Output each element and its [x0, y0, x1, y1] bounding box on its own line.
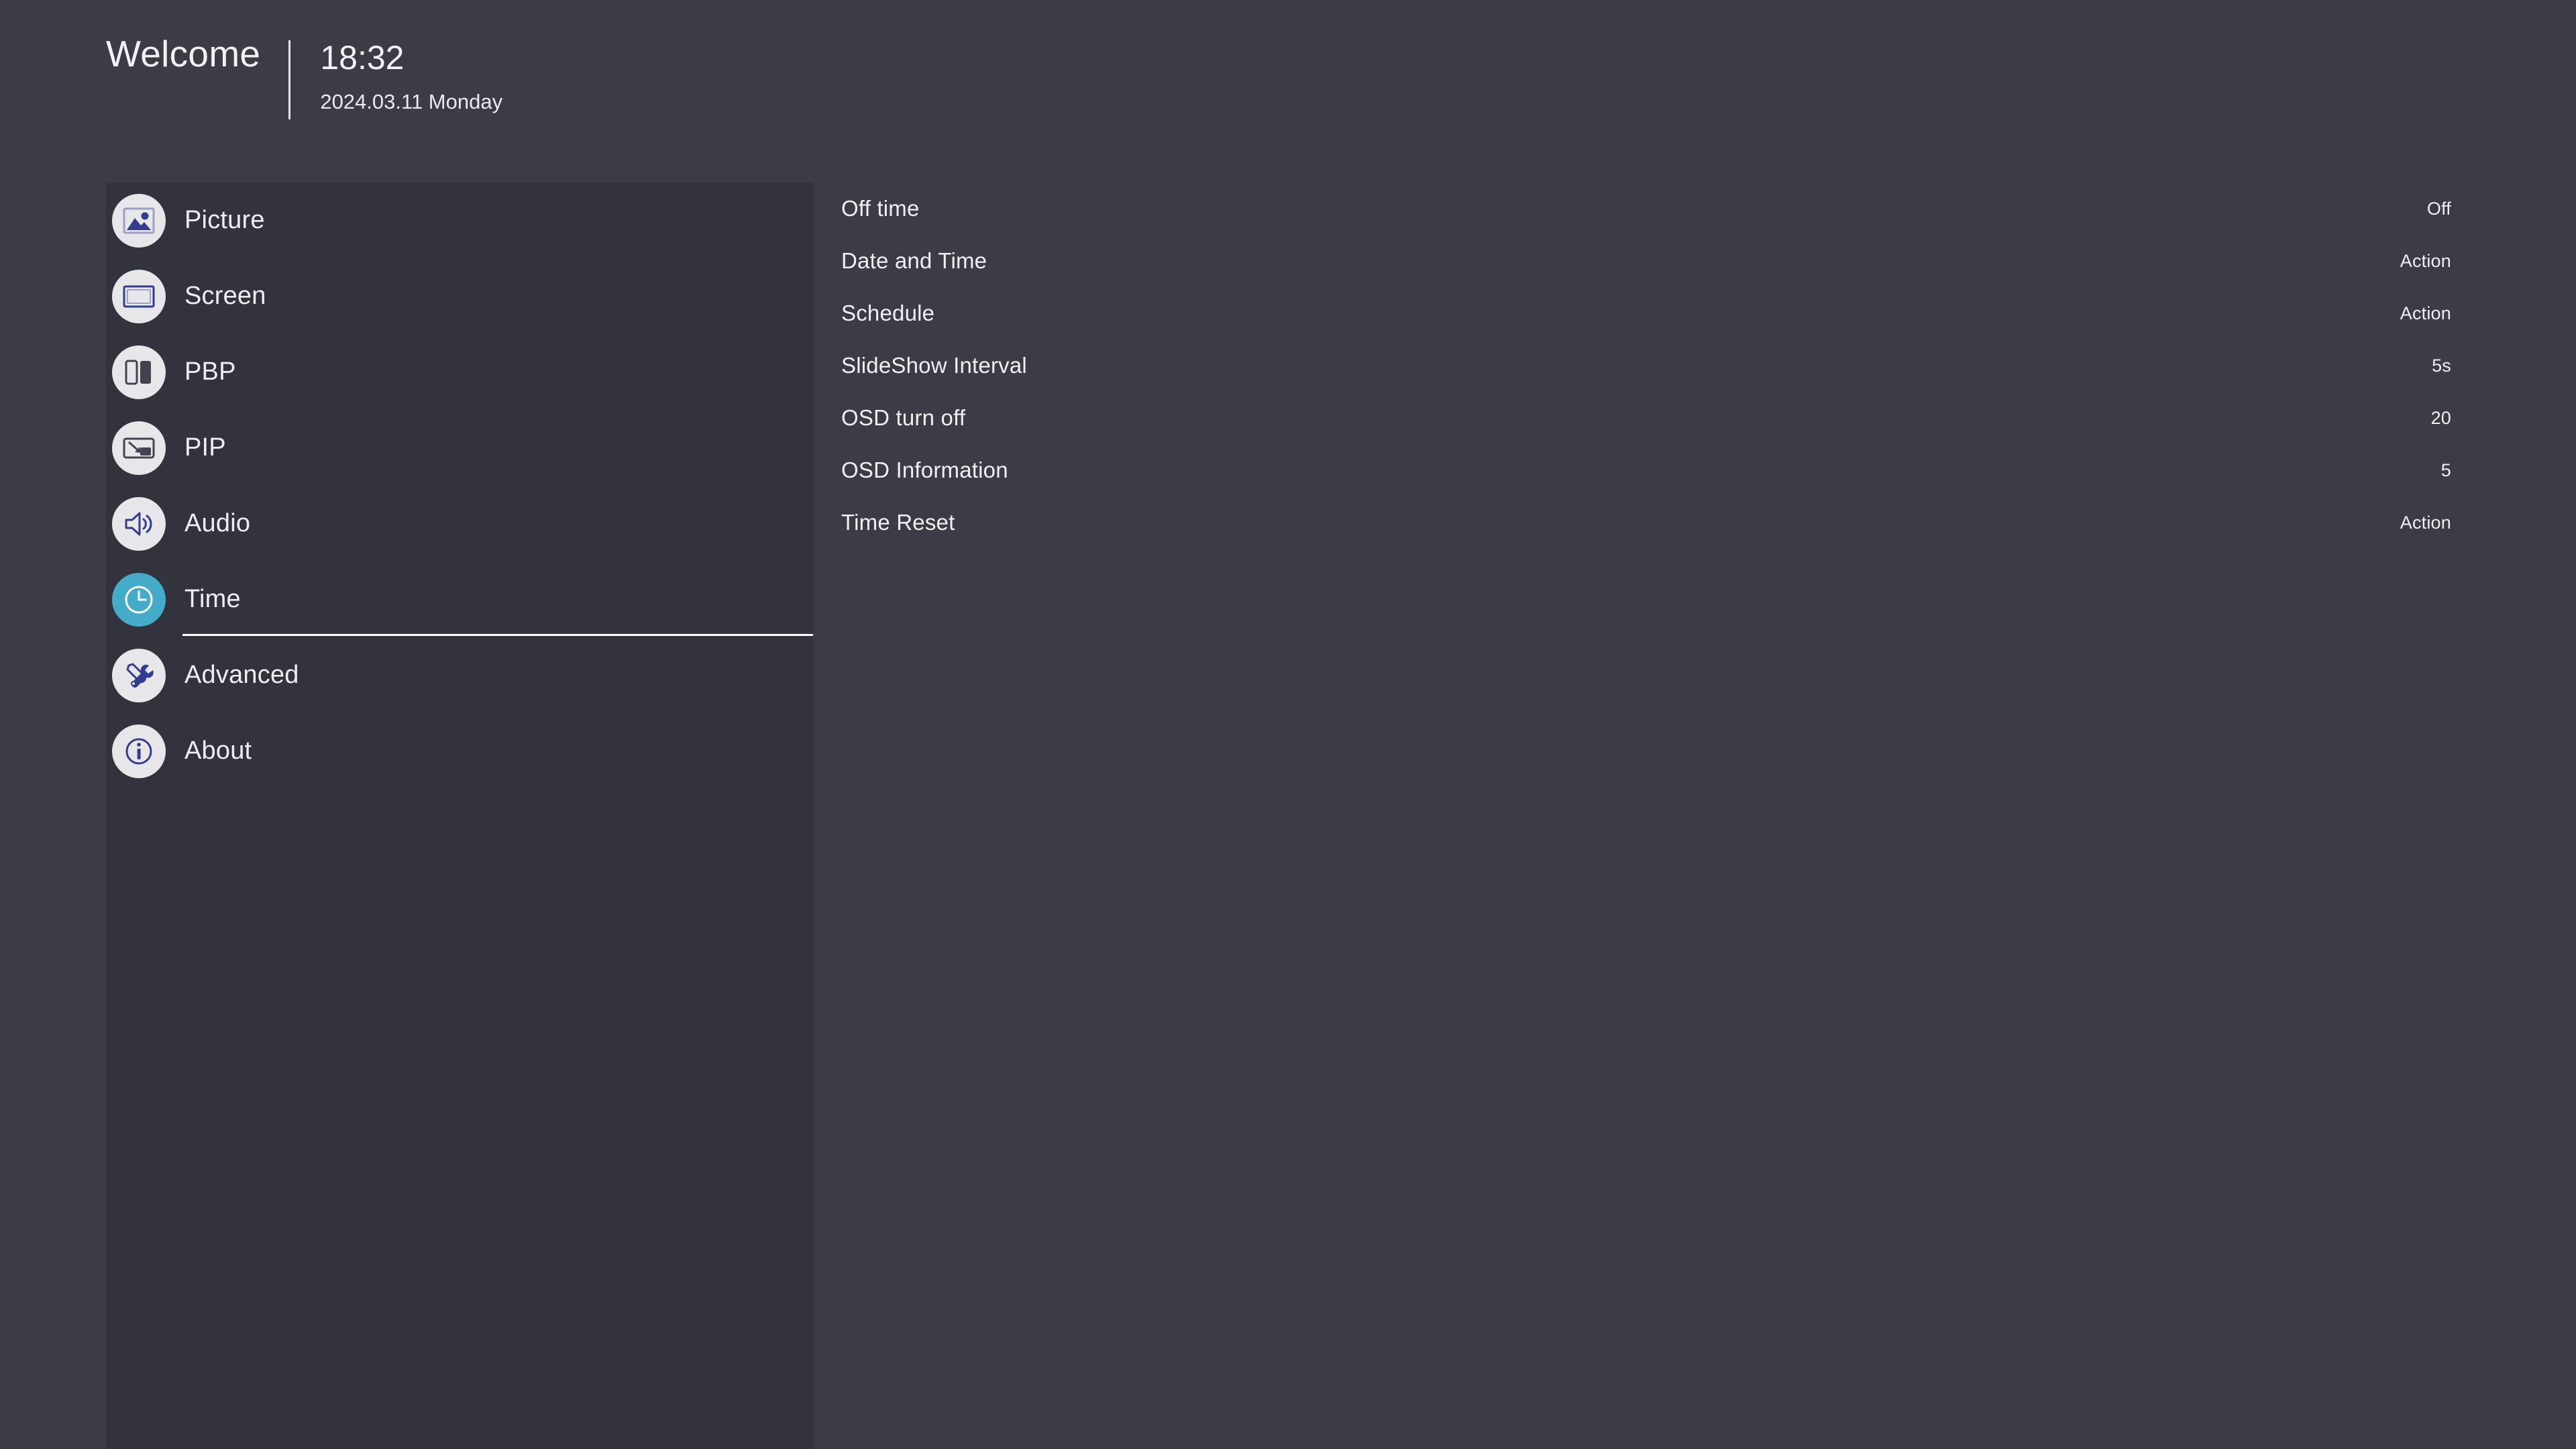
- osd-screen: Welcome 18:32 2024.03.11 Monday Picture: [0, 0, 2576, 1449]
- sidebar-item-label: Advanced: [184, 661, 299, 689]
- sidebar-item-pip[interactable]: PIP: [106, 410, 813, 486]
- setting-value[interactable]: Action: [2400, 251, 2451, 272]
- clock-icon: [112, 572, 166, 627]
- clock-time: 18:32: [320, 39, 405, 76]
- sidebar-menu: Picture Screen PBP PIP Audio Time Advanc…: [106, 182, 813, 789]
- setting-label: Schedule: [841, 301, 935, 325]
- setting-row-time-reset[interactable]: Time Reset Action: [841, 496, 2451, 549]
- sidebar-selection-underline: [182, 634, 813, 636]
- sidebar-item-label: Picture: [184, 206, 265, 234]
- settings-list: Off time Off Date and Time Action Schedu…: [841, 182, 2451, 549]
- setting-value[interactable]: 20: [2431, 408, 2451, 429]
- setting-value[interactable]: Action: [2400, 303, 2451, 324]
- sidebar-item-about[interactable]: About: [106, 713, 813, 789]
- setting-value[interactable]: 5: [2441, 460, 2451, 481]
- sidebar-item-screen[interactable]: Screen: [106, 258, 813, 334]
- setting-label: OSD Information: [841, 458, 1008, 482]
- setting-row-osd-information[interactable]: OSD Information 5: [841, 444, 2451, 496]
- header-datetime: 18:32 2024.03.11 Monday: [320, 31, 502, 115]
- setting-value[interactable]: Action: [2400, 513, 2451, 533]
- tools-icon: [112, 648, 166, 702]
- setting-label: Time Reset: [841, 510, 955, 535]
- setting-value[interactable]: 5s: [2432, 356, 2451, 376]
- sidebar-item-picture[interactable]: Picture: [106, 182, 813, 258]
- sidebar-item-label: Audio: [184, 509, 251, 537]
- welcome-title: Welcome: [106, 33, 261, 74]
- setting-row-off-time[interactable]: Off time Off: [841, 182, 2451, 235]
- pip-icon: [112, 421, 166, 475]
- setting-row-date-and-time[interactable]: Date and Time Action: [841, 235, 2451, 287]
- setting-row-schedule[interactable]: Schedule Action: [841, 287, 2451, 339]
- screen-icon: [112, 269, 166, 323]
- sidebar-item-label: Time: [184, 585, 241, 613]
- audio-icon: [112, 496, 166, 551]
- sidebar-item-label: Screen: [184, 282, 266, 310]
- setting-row-slideshow-interval[interactable]: SlideShow Interval 5s: [841, 339, 2451, 392]
- header-divider: [288, 40, 291, 119]
- setting-label: SlideShow Interval: [841, 353, 1027, 378]
- sidebar-item-advanced[interactable]: Advanced: [106, 637, 813, 713]
- pbp-icon: [112, 345, 166, 399]
- info-icon: [112, 724, 166, 778]
- sidebar-item-label: PBP: [184, 358, 236, 386]
- clock-date: 2024.03.11 Monday: [320, 90, 503, 113]
- sidebar-item-audio[interactable]: Audio: [106, 486, 813, 561]
- setting-label: Date and Time: [841, 248, 987, 273]
- sidebar-item-label: PIP: [184, 433, 226, 462]
- setting-label: Off time: [841, 196, 920, 221]
- sidebar-item-pbp[interactable]: PBP: [106, 334, 813, 410]
- picture-icon: [112, 193, 166, 248]
- sidebar-item-label: About: [184, 737, 252, 765]
- setting-value[interactable]: Off: [2427, 199, 2451, 219]
- sidebar-item-time[interactable]: Time: [106, 561, 813, 637]
- setting-row-osd-turn-off[interactable]: OSD turn off 20: [841, 392, 2451, 444]
- setting-label: OSD turn off: [841, 405, 966, 430]
- header: Welcome 18:32 2024.03.11 Monday: [106, 31, 502, 119]
